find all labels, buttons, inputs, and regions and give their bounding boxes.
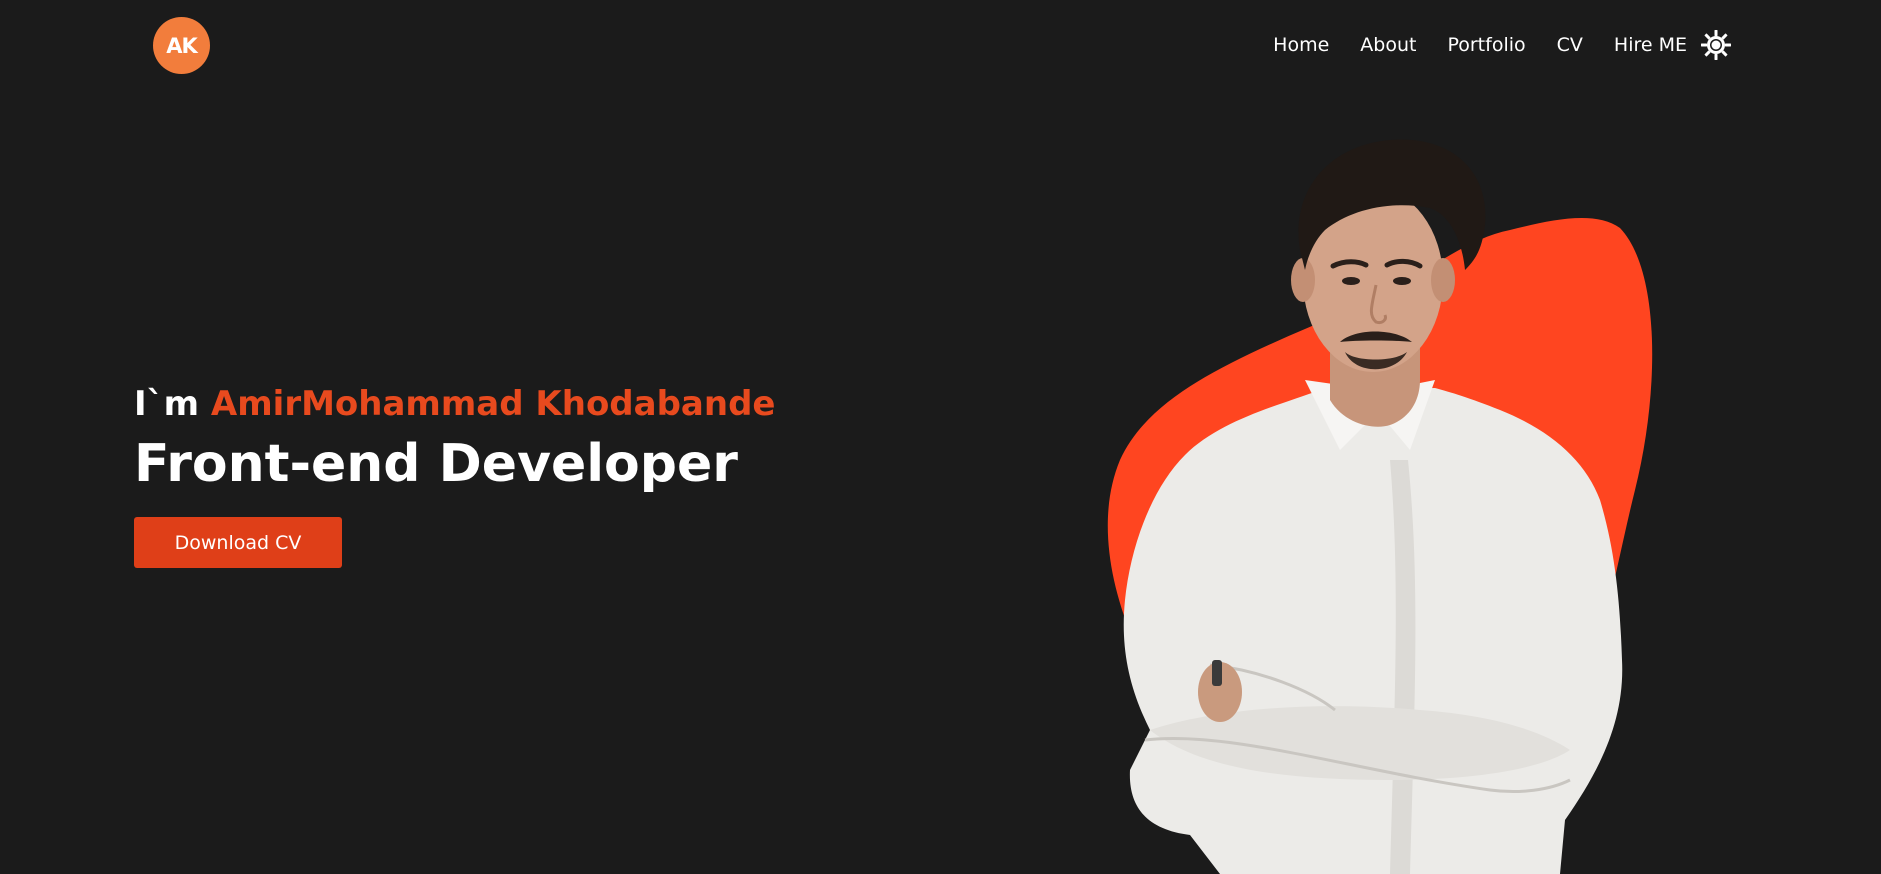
main-nav: Home About Portfolio CV Hire ME	[1273, 28, 1732, 62]
logo-text: AK	[166, 33, 198, 58]
nav-cv-link[interactable]: CV	[1557, 34, 1583, 56]
logo[interactable]: AK	[153, 17, 210, 74]
nav-portfolio-link[interactable]: Portfolio	[1447, 34, 1525, 56]
developer-name: AmirMohammad Khodabande	[210, 384, 776, 424]
greeting-prefix: I`m	[134, 384, 211, 424]
greeting-heading: I`m AmirMohammad Khodabande	[134, 378, 775, 430]
shirt	[1123, 388, 1623, 874]
theme-toggle-button[interactable]	[1700, 29, 1732, 61]
hero-intro: I`m AmirMohammad Khodabande Front-end De…	[134, 378, 775, 568]
nav-about-link[interactable]: About	[1360, 34, 1416, 56]
hero-visual	[1090, 130, 1670, 874]
nav-hire-me-link[interactable]: Hire ME	[1614, 34, 1687, 56]
portrait-illustration	[1107, 139, 1653, 874]
nav-home-link[interactable]: Home	[1273, 34, 1329, 56]
download-cv-button[interactable]: Download CV	[134, 517, 342, 568]
page: AK Home About Portfolio CV Hire ME I`m A…	[0, 0, 1881, 874]
role-title: Front-end Developer	[134, 434, 738, 494]
sun-icon	[1701, 30, 1731, 60]
